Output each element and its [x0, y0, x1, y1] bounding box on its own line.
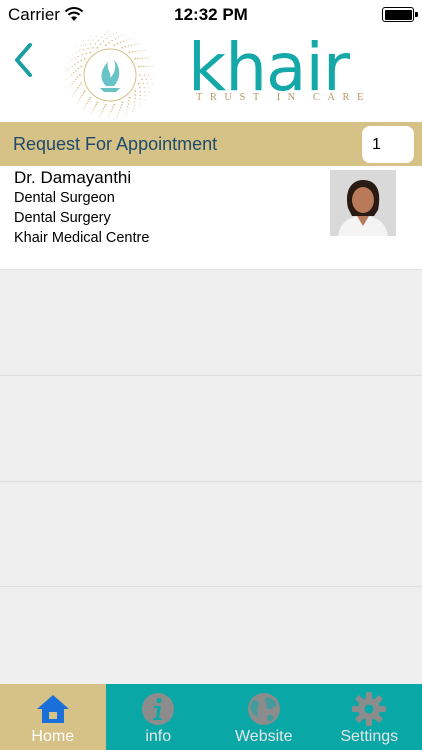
appointment-title[interactable]: Request For Appointment: [13, 134, 217, 155]
appointment-count-badge[interactable]: 1: [362, 126, 414, 163]
appointment-bar[interactable]: Request For Appointment 1: [0, 122, 422, 166]
globe-icon: [247, 693, 280, 725]
doctor-name: Dr. Damayanthi: [14, 168, 132, 187]
tab-home[interactable]: Home: [0, 684, 106, 750]
gear-icon: [352, 692, 387, 726]
home-icon: [36, 695, 69, 723]
clock-time: 12:32 PM: [174, 5, 248, 24]
tab-bar: Home info Website Settings: [0, 684, 422, 750]
tagline: TRUST IN CARE: [196, 92, 371, 103]
tab-settings[interactable]: Settings: [317, 684, 422, 750]
doctor-clinic: Khair Medical Centre: [14, 230, 150, 246]
status-bar: Carrier 12:32 PM: [0, 0, 422, 28]
battery-icon: [382, 7, 418, 22]
info-icon: [142, 693, 175, 725]
doctor-title: Dental Surgeon: [14, 190, 115, 206]
row-divider: [0, 481, 422, 482]
doctor-avatar: [330, 170, 396, 236]
row-divider: [0, 586, 422, 587]
doctor-department: Dental Surgery: [14, 210, 111, 226]
doctor-card[interactable]: Dr. Damayanthi Dental Surgeon Dental Sur…: [0, 166, 422, 270]
chevron-left-icon[interactable]: [12, 42, 34, 78]
tab-website[interactable]: Website: [211, 684, 317, 750]
tab-info-label: info: [145, 728, 172, 745]
tab-home-label: Home: [31, 728, 75, 745]
group-seal-logo: [66, 31, 154, 119]
app-header: khair TRUST IN CARE: [0, 28, 422, 122]
tab-settings-label: Settings: [340, 728, 399, 745]
tab-website-label: Website: [234, 728, 293, 745]
tab-info[interactable]: info: [106, 684, 212, 750]
row-divider: [0, 375, 422, 376]
